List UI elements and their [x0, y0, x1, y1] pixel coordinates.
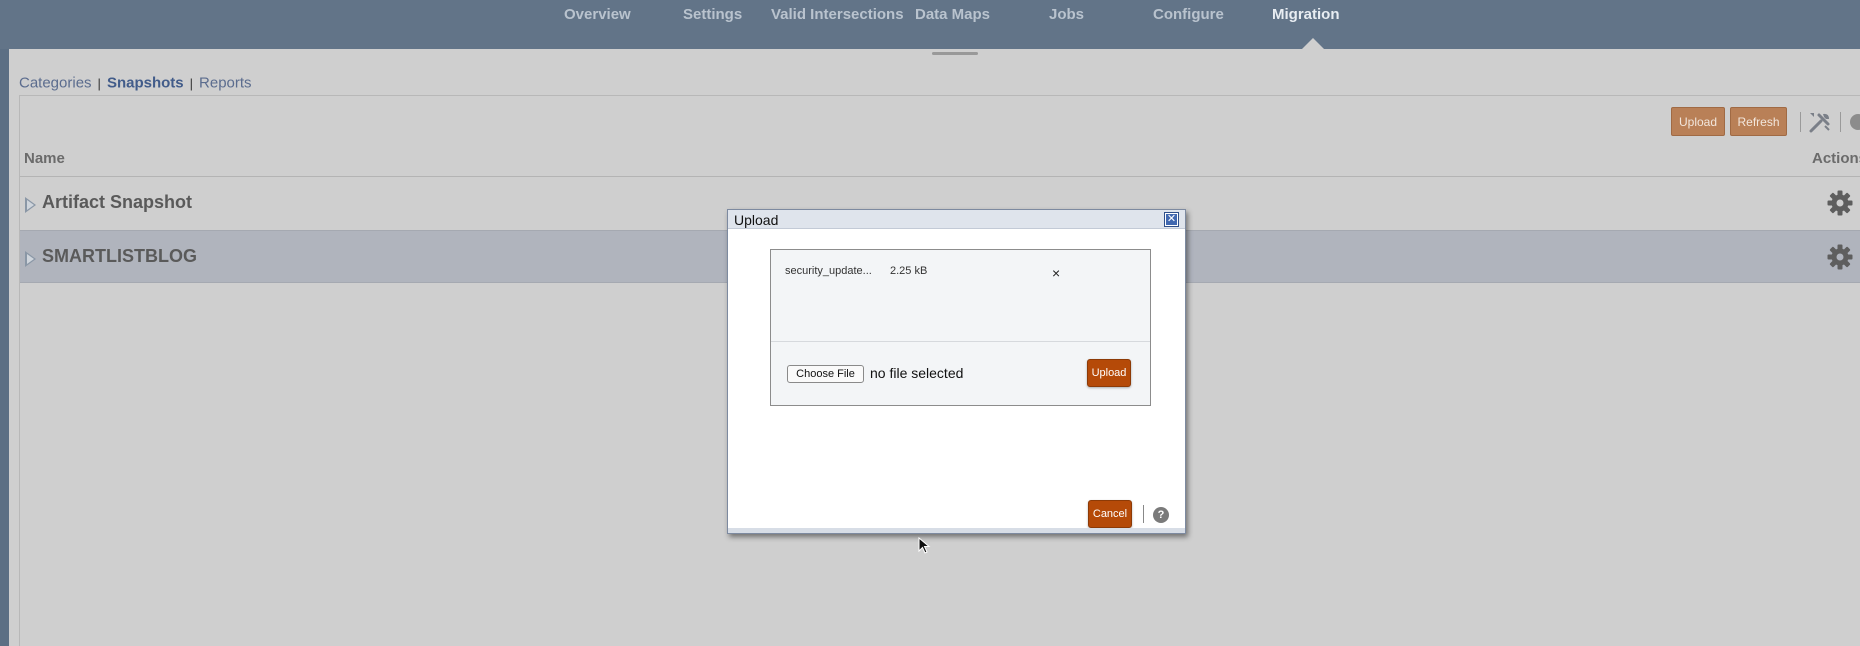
tab-jobs[interactable]: Jobs [1049, 6, 1084, 23]
file-list: security_update... 2.25 kB × [771, 250, 1150, 342]
toolbar-divider [1800, 112, 1801, 132]
toolbar-divider [1840, 112, 1841, 132]
expand-icon[interactable] [25, 197, 36, 213]
active-tab-pointer [1302, 38, 1324, 49]
mouse-cursor-icon [918, 537, 931, 554]
file-size: 2.25 kB [890, 265, 928, 277]
file-upload-area: security_update... 2.25 kB × Choose File… [770, 249, 1151, 406]
expand-icon[interactable] [25, 251, 36, 267]
tab-configure[interactable]: Configure [1153, 6, 1224, 23]
subnav-snapshots[interactable]: Snapshots [107, 75, 184, 92]
dialog-footer-bar [728, 528, 1185, 533]
tab-overview[interactable]: Overview [564, 6, 631, 23]
gear-icon[interactable] [1826, 243, 1854, 271]
column-header-name[interactable]: Name [24, 150, 65, 167]
tab-valid-intersections[interactable]: Valid Intersections [771, 6, 904, 23]
refresh-button[interactable]: Refresh [1730, 107, 1787, 136]
subnav-reports[interactable]: Reports [199, 75, 252, 92]
subnav-separator: | [189, 75, 194, 91]
scroll-indicator[interactable] [932, 52, 978, 55]
tab-data-maps[interactable]: Data Maps [915, 6, 990, 23]
close-icon[interactable]: ✕ [1164, 212, 1179, 227]
dialog-help-icon[interactable]: ? [1153, 507, 1169, 523]
subnav-separator: | [97, 75, 101, 91]
upload-button[interactable]: Upload [1671, 107, 1725, 136]
subnav-categories[interactable]: Categories [19, 75, 92, 92]
dialog-upload-button[interactable]: Upload [1087, 359, 1131, 387]
tab-migration[interactable]: Migration [1272, 6, 1340, 23]
choose-file-button[interactable]: Choose File [787, 365, 864, 383]
tools-icon[interactable] [1808, 111, 1832, 133]
remove-file-button[interactable]: × [1052, 265, 1060, 281]
dialog-title-bar[interactable]: Upload ✕ [728, 210, 1185, 229]
dialog-title: Upload [734, 212, 779, 228]
row-name: SMARTLISTBLOG [42, 246, 197, 266]
row-name: Artifact Snapshot [42, 192, 193, 212]
top-navigation: Overview Settings Valid Intersections Da… [0, 0, 1860, 49]
upload-dialog: Upload ✕ security_update... 2.25 kB × Ch… [727, 209, 1186, 534]
file-name: security_update... [785, 265, 872, 277]
no-file-label: no file selected [870, 365, 964, 381]
column-header-actions: Actions [1812, 150, 1860, 167]
help-icon[interactable] [1850, 114, 1860, 130]
footer-divider [1143, 505, 1144, 523]
cancel-button[interactable]: Cancel [1088, 500, 1132, 528]
breadcrumb: Categories | Snapshots | Reports [19, 74, 252, 92]
gear-icon[interactable] [1826, 189, 1854, 217]
tab-settings[interactable]: Settings [683, 6, 742, 23]
